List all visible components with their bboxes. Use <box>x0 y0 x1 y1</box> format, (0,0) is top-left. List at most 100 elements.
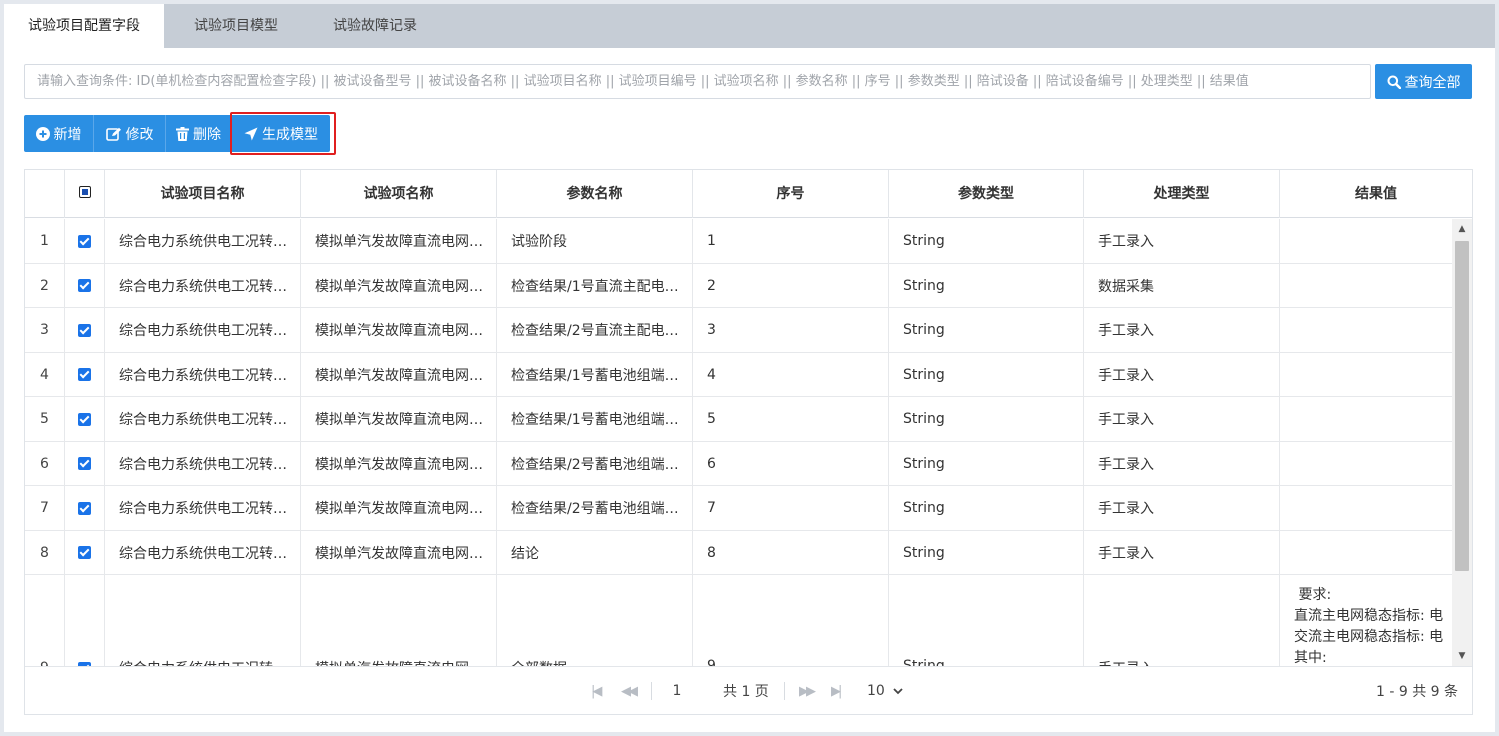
row-checkbox[interactable] <box>78 368 91 381</box>
cell-handle-type: 手工录入 <box>1084 308 1280 352</box>
cell-test-item-name: 模拟单汽发故障直流电网… <box>301 264 497 307</box>
cell-test-project-name: 综合电力系统供电工况转… <box>105 531 301 574</box>
cell-param-name: 全部数据 <box>497 575 693 666</box>
cell-result <box>1280 219 1452 263</box>
result-line: 直流主电网稳态指标: 电 <box>1294 608 1444 624</box>
trash-icon <box>176 126 189 141</box>
col-header-result[interactable]: 结果值 <box>1280 170 1472 218</box>
row-checkbox[interactable] <box>78 234 91 248</box>
records-summary: 1 - 9 共 9 条 <box>1376 684 1459 700</box>
row-checkbox-cell <box>65 575 105 666</box>
row-checkbox-cell <box>65 264 105 307</box>
next-page-icon[interactable]: ▶▶ <box>799 667 816 714</box>
cell-handle-type: 手工录入 <box>1084 219 1280 263</box>
row-checkbox-cell <box>65 486 105 530</box>
tab-test-item-model[interactable]: 试验项目模型 <box>164 4 308 48</box>
cell-param-name: 试验阶段 <box>497 219 693 263</box>
result-line: 要求: <box>1294 587 1332 603</box>
cell-param-type: String <box>889 531 1084 574</box>
row-checkbox-cell <box>65 219 105 263</box>
cell-result <box>1280 264 1452 307</box>
col-header-param-type[interactable]: 参数类型 <box>889 170 1084 218</box>
table-row[interactable]: 5 综合电力系统供电工况转… 模拟单汽发故障直流电网… 检查结果/1号蓄电池组端… <box>25 397 1452 442</box>
cell-param-type: String <box>889 308 1084 352</box>
col-header-handle-type[interactable]: 处理类型 <box>1084 170 1280 218</box>
row-number: 1 <box>25 219 65 263</box>
row-number: 8 <box>25 531 65 574</box>
pager-divider <box>784 682 785 700</box>
tab-test-item-config-fields[interactable]: 试验项目配置字段 <box>4 4 164 48</box>
col-header-test-item-name[interactable]: 试验项名称 <box>301 170 497 218</box>
row-number: 5 <box>25 397 65 441</box>
cell-result <box>1280 353 1452 396</box>
row-checkbox[interactable] <box>78 501 91 515</box>
cell-param-name: 检查结果/2号蓄电池组端… <box>497 486 693 530</box>
table-row[interactable]: 4 综合电力系统供电工况转… 模拟单汽发故障直流电网… 检查结果/1号蓄电池组端… <box>25 353 1452 397</box>
query-all-button[interactable]: 查询全部 <box>1375 64 1472 99</box>
table-row[interactable]: 6 综合电力系统供电工况转… 模拟单汽发故障直流电网… 检查结果/2号蓄电池组端… <box>25 442 1452 486</box>
cell-param-type: String <box>889 264 1084 307</box>
col-header-seq[interactable]: 序号 <box>693 170 889 218</box>
cell-test-project-name: 综合电力系统供电工况转… <box>105 575 301 666</box>
pager-divider <box>651 682 652 700</box>
row-checkbox[interactable] <box>78 323 91 337</box>
cell-handle-type: 手工录入 <box>1084 486 1280 530</box>
page-size-select[interactable]: 10 <box>867 667 903 714</box>
cell-seq: 1 <box>693 219 889 263</box>
table-row[interactable]: 7 综合电力系统供电工况转… 模拟单汽发故障直流电网… 检查结果/2号蓄电池组端… <box>25 486 1452 531</box>
cell-param-type: String <box>889 575 1084 666</box>
first-page-icon[interactable]: |◀ <box>591 667 603 714</box>
tab-test-fault-records[interactable]: 试验故障记录 <box>308 4 442 48</box>
cell-test-item-name: 模拟单汽发故障直流电网… <box>301 442 497 485</box>
cell-test-item-name: 模拟单汽发故障直流电网… <box>301 575 497 666</box>
row-checkbox[interactable] <box>78 546 91 559</box>
add-button[interactable]: 新增 <box>24 115 94 152</box>
table-row[interactable]: 2 综合电力系统供电工况转… 模拟单汽发故障直流电网… 检查结果/1号直流主配电… <box>25 264 1452 308</box>
tab-bar: 试验项目配置字段 试验项目模型 试验故障记录 <box>4 4 1495 48</box>
row-number: 9 <box>25 575 65 666</box>
cell-param-type: String <box>889 397 1084 441</box>
cell-seq: 7 <box>693 486 889 530</box>
header-checkbox-cell <box>65 170 105 218</box>
page-size-value: 10 <box>867 683 885 699</box>
edit-icon <box>105 127 121 141</box>
result-line: 其中: <box>1294 650 1327 666</box>
last-page-icon[interactable]: ▶| <box>831 667 843 714</box>
cell-test-project-name: 综合电力系统供电工况转… <box>105 353 301 396</box>
row-checkbox[interactable] <box>78 279 91 292</box>
row-checkbox[interactable] <box>78 457 91 470</box>
cell-handle-type: 数据采集 <box>1084 264 1280 307</box>
scroll-up-arrow-icon[interactable]: ▲ <box>1452 219 1472 239</box>
cell-seq: 6 <box>693 442 889 485</box>
cell-test-project-name: 综合电力系统供电工况转… <box>105 308 301 352</box>
col-header-test-project-name[interactable]: 试验项目名称 <box>105 170 301 218</box>
cell-result <box>1280 397 1452 441</box>
row-checkbox[interactable] <box>78 412 91 426</box>
scrollbar-thumb[interactable] <box>1455 241 1469 571</box>
vertical-scrollbar[interactable]: ▲ ▼ <box>1452 219 1472 666</box>
table-row[interactable]: 3 综合电力系统供电工况转… 模拟单汽发故障直流电网… 检查结果/2号直流主配电… <box>25 308 1452 353</box>
cell-handle-type: 手工录入 <box>1084 531 1280 574</box>
delete-button[interactable]: 删除 <box>166 115 232 152</box>
select-all-checkbox[interactable] <box>78 186 91 198</box>
header-rownum <box>25 170 65 218</box>
cell-result <box>1280 442 1452 485</box>
table-row[interactable]: 9 综合电力系统供电工况转… 模拟单汽发故障直流电网… 全部数据 9 Strin… <box>25 575 1452 666</box>
col-header-param-name[interactable]: 参数名称 <box>497 170 693 218</box>
prev-page-icon[interactable]: ◀◀ <box>621 667 638 714</box>
cell-param-name: 结论 <box>497 531 693 574</box>
cell-seq: 2 <box>693 264 889 307</box>
table-row[interactable]: 8 综合电力系统供电工况转… 模拟单汽发故障直流电网… 结论 8 String … <box>25 531 1452 575</box>
cell-seq: 8 <box>693 531 889 574</box>
page-number-input[interactable] <box>655 678 699 704</box>
pagination-bar: |◀ ◀◀ 共 1 页 ▶▶ ▶| 10 1 - 9 共 9 条 <box>25 666 1472 714</box>
scroll-down-arrow-icon[interactable]: ▼ <box>1452 646 1472 666</box>
row-number: 2 <box>25 264 65 307</box>
table-body: 1 综合电力系统供电工况转… 模拟单汽发故障直流电网… 试验阶段 1 Strin… <box>25 219 1452 666</box>
row-number: 7 <box>25 486 65 530</box>
table-row[interactable]: 1 综合电力系统供电工况转… 模拟单汽发故障直流电网… 试验阶段 1 Strin… <box>25 219 1452 264</box>
search-input[interactable] <box>24 64 1371 99</box>
chevron-down-icon <box>893 687 903 694</box>
edit-button[interactable]: 修改 <box>94 115 166 152</box>
cell-param-name: 检查结果/1号直流主配电… <box>497 264 693 307</box>
